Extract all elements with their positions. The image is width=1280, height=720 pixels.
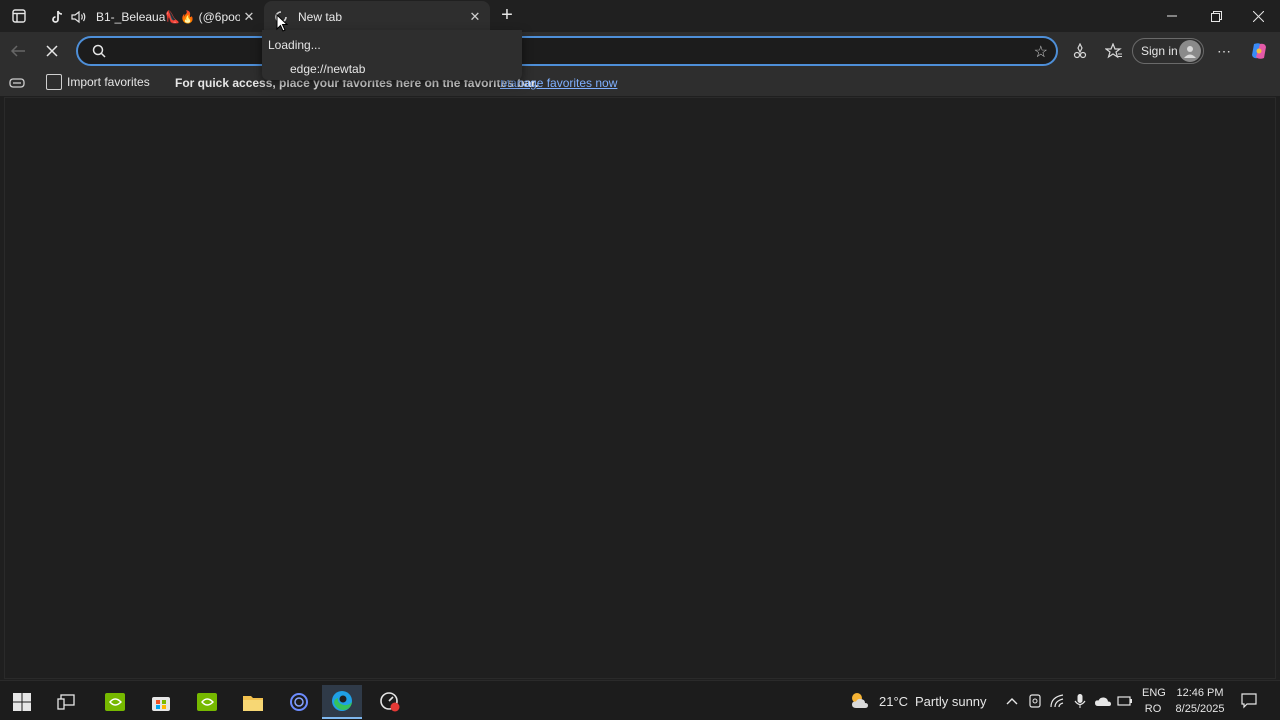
import-icon	[46, 74, 62, 90]
sign-in-button[interactable]: Sign in	[1132, 38, 1204, 64]
mouse-cursor-icon	[276, 13, 289, 37]
clock-time[interactable]: 12:46 PM	[1172, 687, 1228, 699]
device-icon[interactable]	[1026, 692, 1044, 710]
app-ring-icon[interactable]	[279, 685, 319, 719]
minimize-button[interactable]	[1150, 0, 1194, 32]
start-button[interactable]	[2, 685, 42, 719]
language-indicator-top[interactable]: ENG	[1142, 687, 1166, 699]
title-bar: B1-_Beleaua👠🔥 (@6pookie ✕ New tab ✕ +	[0, 0, 1280, 32]
microsoft-store-icon[interactable]	[141, 685, 181, 719]
clock-date[interactable]: 8/25/2025	[1172, 703, 1228, 715]
search-icon	[92, 44, 106, 63]
battery-icon[interactable]	[1116, 692, 1134, 710]
tab-url: edge://newtab	[290, 62, 366, 76]
close-window-button[interactable]	[1236, 0, 1280, 32]
nvidia-control-icon[interactable]	[187, 685, 227, 719]
sign-in-label: Sign in	[1141, 44, 1178, 58]
import-favorites-label: Import favorites	[67, 75, 150, 89]
screen-recorder-icon[interactable]	[370, 685, 410, 719]
close-tab-icon[interactable]: ✕	[466, 8, 484, 26]
show-hidden-icons-chevron-icon[interactable]	[1003, 692, 1021, 710]
favorites-icon[interactable]	[1103, 40, 1125, 62]
back-button[interactable]	[6, 39, 30, 63]
loading-status: Loading...	[268, 38, 321, 52]
microphone-icon[interactable]	[1071, 692, 1089, 710]
stop-loading-button[interactable]	[40, 39, 64, 63]
speaker-icon[interactable]	[70, 8, 88, 26]
close-tab-icon[interactable]: ✕	[240, 8, 258, 26]
address-input[interactable]	[114, 42, 1014, 60]
taskbar: 21°C Partly sunny ENG RO 12:46 PM 8/25/2…	[0, 680, 1280, 720]
weather-temperature[interactable]: 21°C	[879, 694, 908, 709]
favorites-bar: Import favorites For quick access, place…	[0, 70, 1280, 96]
edge-browser-icon[interactable]	[322, 685, 362, 719]
nvidia-app-icon[interactable]	[95, 685, 135, 719]
tab-new-tab[interactable]: New tab ✕	[264, 1, 490, 32]
tab-hover-card: Loading... edge://newtab	[262, 30, 522, 80]
copilot-icon[interactable]	[1248, 40, 1270, 62]
import-favorites-button[interactable]: Import favorites	[46, 74, 150, 90]
address-bar[interactable]: ☆	[76, 36, 1058, 66]
weather-description[interactable]: Partly sunny	[915, 694, 987, 709]
notifications-icon[interactable]	[1240, 692, 1258, 710]
new-tab-button[interactable]: +	[496, 4, 518, 26]
task-view-icon[interactable]	[46, 685, 86, 719]
add-favorite-star-icon[interactable]: ☆	[1034, 42, 1048, 62]
weather-partly-sunny-icon[interactable]	[848, 689, 872, 711]
wifi-icon[interactable]	[1049, 692, 1067, 710]
tab-tiktok[interactable]: B1-_Beleaua👠🔥 (@6pookie ✕	[40, 1, 264, 32]
file-explorer-icon[interactable]	[233, 685, 273, 719]
tiktok-icon	[48, 8, 66, 26]
avatar-icon	[1179, 40, 1201, 62]
favorites-bar-toggle-icon[interactable]	[8, 74, 26, 92]
browser-essentials-icon[interactable]	[1069, 40, 1091, 62]
restore-button[interactable]	[1194, 0, 1238, 32]
tab-title: B1-_Beleaua👠🔥 (@6pookie	[96, 9, 240, 24]
tab-actions-icon[interactable]	[8, 5, 30, 27]
page-content	[4, 97, 1276, 679]
settings-more-icon[interactable]: ⋯	[1213, 40, 1235, 62]
tab-title: New tab	[298, 9, 343, 24]
onedrive-cloud-icon[interactable]	[1094, 692, 1112, 710]
language-indicator-bottom[interactable]: RO	[1142, 703, 1164, 715]
toolbar: ☆ Sign in ⋯	[0, 32, 1280, 70]
